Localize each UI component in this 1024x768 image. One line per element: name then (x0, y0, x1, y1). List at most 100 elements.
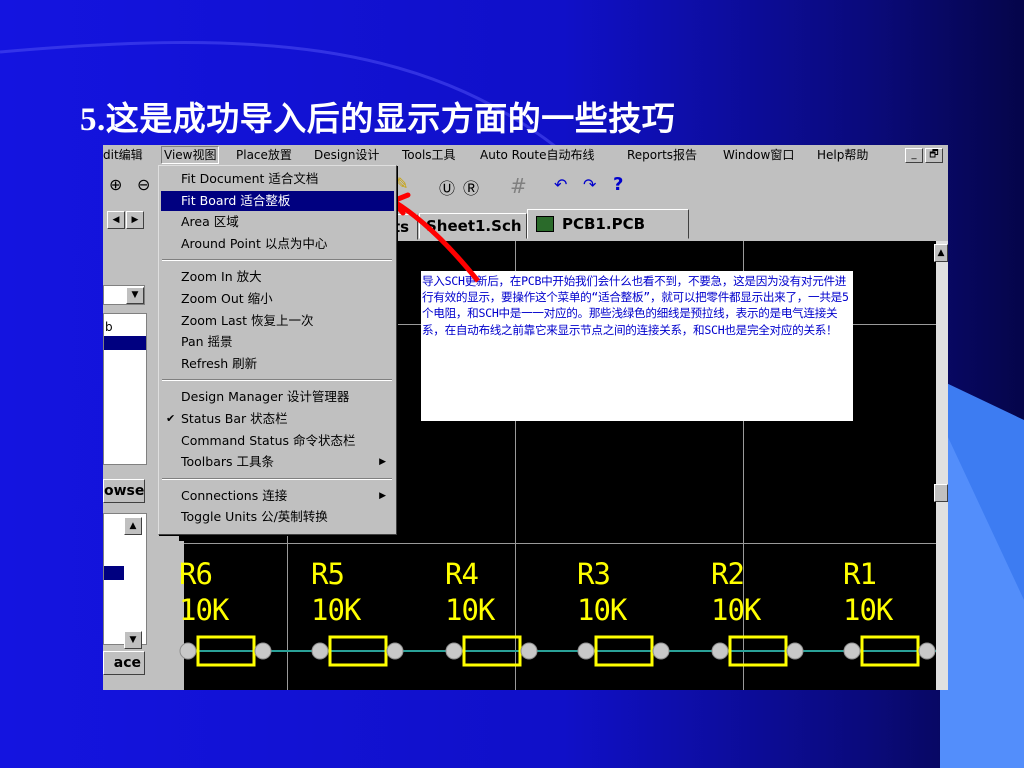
menu-auto-route[interactable]: Auto Route自动布线 (480, 147, 595, 163)
menu-place[interactable]: Place放置 (236, 147, 292, 163)
panel-listbox[interactable]: b (103, 313, 147, 465)
resistor-pad[interactable] (786, 642, 804, 660)
component-icon[interactable]: Ⓤ (439, 175, 455, 199)
resistor-pad[interactable] (520, 642, 538, 660)
view-menu-item[interactable]: Command Status 命令状态栏 (161, 431, 394, 451)
resistor-value: 10K (577, 593, 627, 627)
view-menu-item-label: Toggle Units 公/英制转换 (181, 509, 328, 525)
resistor-pad[interactable] (445, 642, 463, 660)
view-menu-item[interactable]: Refresh 刷新 (161, 354, 394, 374)
view-menu-item-label: Status Bar 状态栏 (181, 411, 288, 426)
view-menu-item-label: Fit Document 适合文档 (181, 171, 319, 186)
resistor-pad[interactable] (652, 642, 670, 660)
resistor-designator: R1 (843, 557, 877, 591)
view-menu-item-label: Pan 摇景 (181, 334, 233, 350)
minimize-button[interactable]: _ (905, 148, 923, 163)
view-menu-item-label: Zoom In 放大 (181, 269, 262, 285)
resistor-value: 10K (311, 593, 361, 627)
view-menu: Fit Document 适合文档 Fit Board 适合整板 Area 区域 Ar… (158, 165, 397, 535)
resistor-designator: R3 (577, 557, 611, 591)
resistor-value: 10K (843, 593, 893, 627)
view-menu-item[interactable]: Design Manager 设计管理器 (161, 387, 394, 407)
resistor-designator: R5 (311, 557, 345, 591)
browse-button[interactable]: owse (103, 479, 145, 503)
chevron-down-icon[interactable]: ▼ (126, 287, 144, 304)
menu-tools[interactable]: Tools工具 (402, 147, 456, 163)
tab-next-button[interactable]: ▶ (126, 211, 144, 229)
view-menu-item-label: Command Status 命令状态栏 (181, 432, 356, 448)
view-menu-item[interactable]: Area 区域 (161, 212, 394, 232)
menu-view[interactable]: View视图 (161, 146, 220, 164)
resistor-pad[interactable] (254, 642, 272, 660)
selected-row[interactable] (104, 566, 124, 580)
scroll-up-button[interactable]: ▲ (124, 517, 142, 535)
redo-icon[interactable]: ↷ (583, 175, 596, 194)
scroll-up-button[interactable]: ▲ (934, 244, 948, 262)
zoom-in-icon[interactable]: ⊕ (109, 175, 122, 194)
view-menu-item-label: Toolbars 工具条 (181, 454, 274, 470)
menu-help[interactable]: Help帮助 (817, 147, 868, 163)
place-button[interactable]: ace (103, 651, 145, 675)
tab-pcb1-pcb-label: PCB1.PCB (562, 215, 646, 233)
view-menu-item-label: Design Manager 设计管理器 (181, 389, 350, 405)
zoom-out-icon[interactable]: ⊖ (137, 175, 150, 194)
menu-edit[interactable]: dit编辑 (103, 147, 143, 163)
view-menu-item-label: Around Point 以点为中心 (181, 235, 328, 251)
view-menu-item[interactable]: Pan 摇景 (161, 332, 394, 352)
resistor-value: 10K (445, 593, 495, 627)
menu-separator (162, 379, 392, 382)
view-menu-item-label: Zoom Out 缩小 (181, 291, 273, 306)
view-menu-item[interactable]: Toggle Units 公/英制转换 (161, 507, 394, 527)
resistor-pad[interactable] (311, 642, 329, 660)
annotation-box: 导入SCH更新后，在PCB中开始我们会什么也看不到，不要急，这是因为没有对元件进… (421, 271, 853, 421)
vertical-scrollbar[interactable]: ▲ (934, 241, 948, 690)
resistor-value: 10K (711, 593, 761, 627)
pencil-icon[interactable]: ✎ (395, 174, 408, 193)
menu-window[interactable]: Window窗口 (723, 147, 794, 163)
view-menu-item-label: Fit Board 适合整板 (181, 192, 291, 208)
view-menu-item[interactable]: ✔ Status Bar 状态栏 (161, 409, 394, 429)
view-menu-item[interactable]: Zoom Out 缩小 (161, 289, 394, 309)
resistor-pad[interactable] (577, 642, 595, 660)
list-item[interactable]: b (105, 320, 113, 334)
view-menu-item[interactable]: Zoom In 放大 (161, 267, 394, 287)
tab-pcb1-pcb[interactable]: PCB1.PCB (527, 209, 689, 239)
view-menu-item[interactable]: Fit Document 适合文档 (161, 169, 394, 189)
menu-separator (162, 477, 392, 480)
view-menu-item[interactable]: Zoom Last 恢复上一次 (161, 311, 394, 331)
view-menu-item-label: Zoom Last 恢复上一次 (181, 312, 314, 328)
resistor-designator: R4 (445, 557, 479, 591)
menu-reports[interactable]: Reports报告 (627, 147, 697, 163)
resistor-pad[interactable] (386, 642, 404, 660)
resistor-pad[interactable] (918, 642, 936, 660)
tab-sheet1-sch[interactable]: Sheet1.Sch (419, 213, 527, 239)
view-menu-item-label: Connections 连接 (181, 487, 288, 503)
component-alt-icon[interactable]: Ⓡ (463, 175, 479, 199)
view-menu-item-label: Refresh 刷新 (181, 355, 258, 371)
resistor-designator: R2 (711, 557, 745, 591)
scroll-down-button[interactable]: ▼ (124, 631, 142, 649)
tab-prev-button[interactable]: ◀ (107, 211, 125, 229)
pcb-file-icon (536, 216, 554, 232)
checkmark-icon: ✔ (166, 412, 176, 425)
menu-design[interactable]: Design设计 (314, 147, 379, 163)
annotation-text: 导入SCH更新后，在PCB中开始我们会什么也看不到，不要急，这是因为没有对元件进… (422, 274, 849, 337)
undo-icon[interactable]: ↶ (554, 175, 567, 194)
view-menu-item[interactable]: Toolbars 工具条 ▶ (161, 452, 394, 472)
resistor-pad[interactable] (843, 642, 861, 660)
resistor-pad[interactable] (179, 642, 197, 660)
panel-combo[interactable]: ▼ (103, 285, 145, 305)
resistor-designator: R6 (179, 557, 213, 591)
view-menu-item[interactable]: Fit Board 适合整板 (161, 190, 394, 211)
view-menu-item[interactable]: Around Point 以点为中心 (161, 234, 394, 254)
resistor-pad[interactable] (711, 642, 729, 660)
help-icon[interactable]: ? (613, 174, 623, 195)
view-menu-item-label: Area 区域 (181, 214, 239, 230)
grid-icon[interactable]: # (510, 174, 527, 198)
scroll-thumb[interactable] (934, 484, 948, 502)
selected-row[interactable] (104, 336, 146, 350)
resistor-value: 10K (179, 593, 229, 627)
slide-title: 5.这是成功导入后的显示方面的一些技巧 (80, 102, 676, 138)
view-menu-item[interactable]: Connections 连接 ▶ (161, 486, 394, 506)
restore-button[interactable]: 🗗 (925, 148, 943, 163)
